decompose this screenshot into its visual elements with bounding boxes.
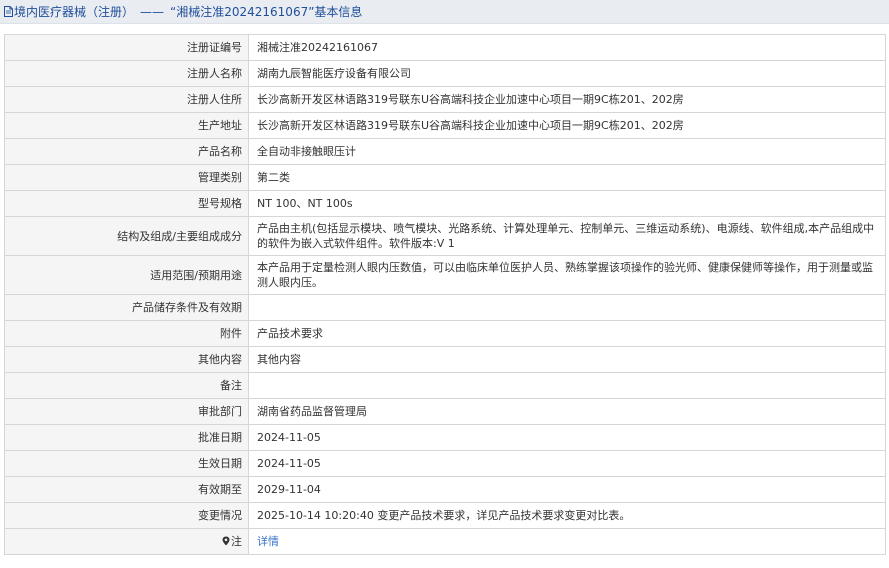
row-label: 适用范围/预期用途 [4,255,249,295]
row-value: 产品技术要求 [248,320,886,347]
row-value: 湖南省药品监督管理局 [248,398,886,425]
row-value: 产品由主机(包括显示模块、喷气模块、光路系统、计算处理单元、控制单元、三维运动系… [248,216,886,256]
row-value: 本产品用于定量检测人眼内压数值，可以由临床单位医护人员、熟练掌握该项操作的验光师… [248,255,886,295]
row-label: 有效期至 [4,476,249,503]
details-link[interactable]: 详情 [257,535,279,548]
row-value: 2024-11-05 [248,424,886,451]
note-label-cell: 注 [4,528,249,555]
row-value [248,372,886,399]
table-row: 管理类别 第二类 [4,164,886,191]
row-value: 长沙高新开发区林语路319号联东U谷高端科技企业加速中心项目一期9C栋201、2… [248,112,886,139]
row-value: 湘械注准20242161067 [248,34,886,61]
row-label: 型号规格 [4,190,249,217]
row-label: 产品储存条件及有效期 [4,294,249,321]
document-icon [4,6,13,17]
table-row: 注册人名称 湖南九辰智能医疗设备有限公司 [4,60,886,87]
header-separator: —— [140,4,165,19]
table-row: 注册证编号 湘械注准20242161067 [4,34,886,61]
note-value-cell: 详情 [248,528,886,555]
table-row: 批准日期 2024-11-05 [4,424,886,451]
header-category: 境内医疗器械（注册） [14,5,135,19]
row-value: 2025-10-14 10:20:40 变更产品技术要求，详见产品技术要求变更对… [248,502,886,529]
table-row: 有效期至 2029-11-04 [4,476,886,503]
row-value: 2029-11-04 [248,476,886,503]
row-label: 管理类别 [4,164,249,191]
note-label: 注 [231,535,242,548]
table-row: 结构及组成/主要组成成分 产品由主机(包括显示模块、喷气模块、光路系统、计算处理… [4,216,886,256]
row-value: 第二类 [248,164,886,191]
row-label: 结构及组成/主要组成成分 [4,216,249,256]
row-value: 长沙高新开发区林语路319号联东U谷高端科技企业加速中心项目一期9C栋201、2… [248,86,886,113]
row-value: NT 100、NT 100s [248,190,886,217]
row-label: 产品名称 [4,138,249,165]
row-value: 2024-11-05 [248,450,886,477]
table-row: 变更情况 2025-10-14 10:20:40 变更产品技术要求，详见产品技术… [4,502,886,529]
table-row: 生效日期 2024-11-05 [4,450,886,477]
row-label: 备注 [4,372,249,399]
table-row: 产品储存条件及有效期 [4,294,886,321]
table-row: 审批部门 湖南省药品监督管理局 [4,398,886,425]
row-value: 全自动非接触眼压计 [248,138,886,165]
row-value [248,294,886,321]
table-row: 型号规格 NT 100、NT 100s [4,190,886,217]
map-pin-icon [222,536,230,546]
row-label: 其他内容 [4,346,249,373]
table-row: 附件 产品技术要求 [4,320,886,347]
note-row: 注 详情 [4,528,886,555]
table-row: 备注 [4,372,886,399]
row-label: 注册人住所 [4,86,249,113]
row-label: 变更情况 [4,502,249,529]
table-row: 产品名称 全自动非接触眼压计 [4,138,886,165]
page-header: 境内医疗器械（注册） —— “湘械注准20242161067”基本信息 [0,0,889,24]
table-row: 适用范围/预期用途 本产品用于定量检测人眼内压数值，可以由临床单位医护人员、熟练… [4,255,886,295]
row-value: 其他内容 [248,346,886,373]
table-row: 其他内容 其他内容 [4,346,886,373]
table-row: 注册人住所 长沙高新开发区林语路319号联东U谷高端科技企业加速中心项目一期9C… [4,86,886,113]
info-table: 注册证编号 湘械注准20242161067 注册人名称 湖南九辰智能医疗设备有限… [4,34,886,555]
row-label: 附件 [4,320,249,347]
row-label: 审批部门 [4,398,249,425]
row-label: 生效日期 [4,450,249,477]
row-label: 批准日期 [4,424,249,451]
row-label: 注册证编号 [4,34,249,61]
row-label: 生产地址 [4,112,249,139]
row-label: 注册人名称 [4,60,249,87]
table-row: 生产地址 长沙高新开发区林语路319号联东U谷高端科技企业加速中心项目一期9C栋… [4,112,886,139]
info-table-container: 注册证编号 湘械注准20242161067 注册人名称 湖南九辰智能医疗设备有限… [4,34,886,555]
page-title: “湘械注准20242161067”基本信息 [170,5,363,19]
row-value: 湖南九辰智能医疗设备有限公司 [248,60,886,87]
